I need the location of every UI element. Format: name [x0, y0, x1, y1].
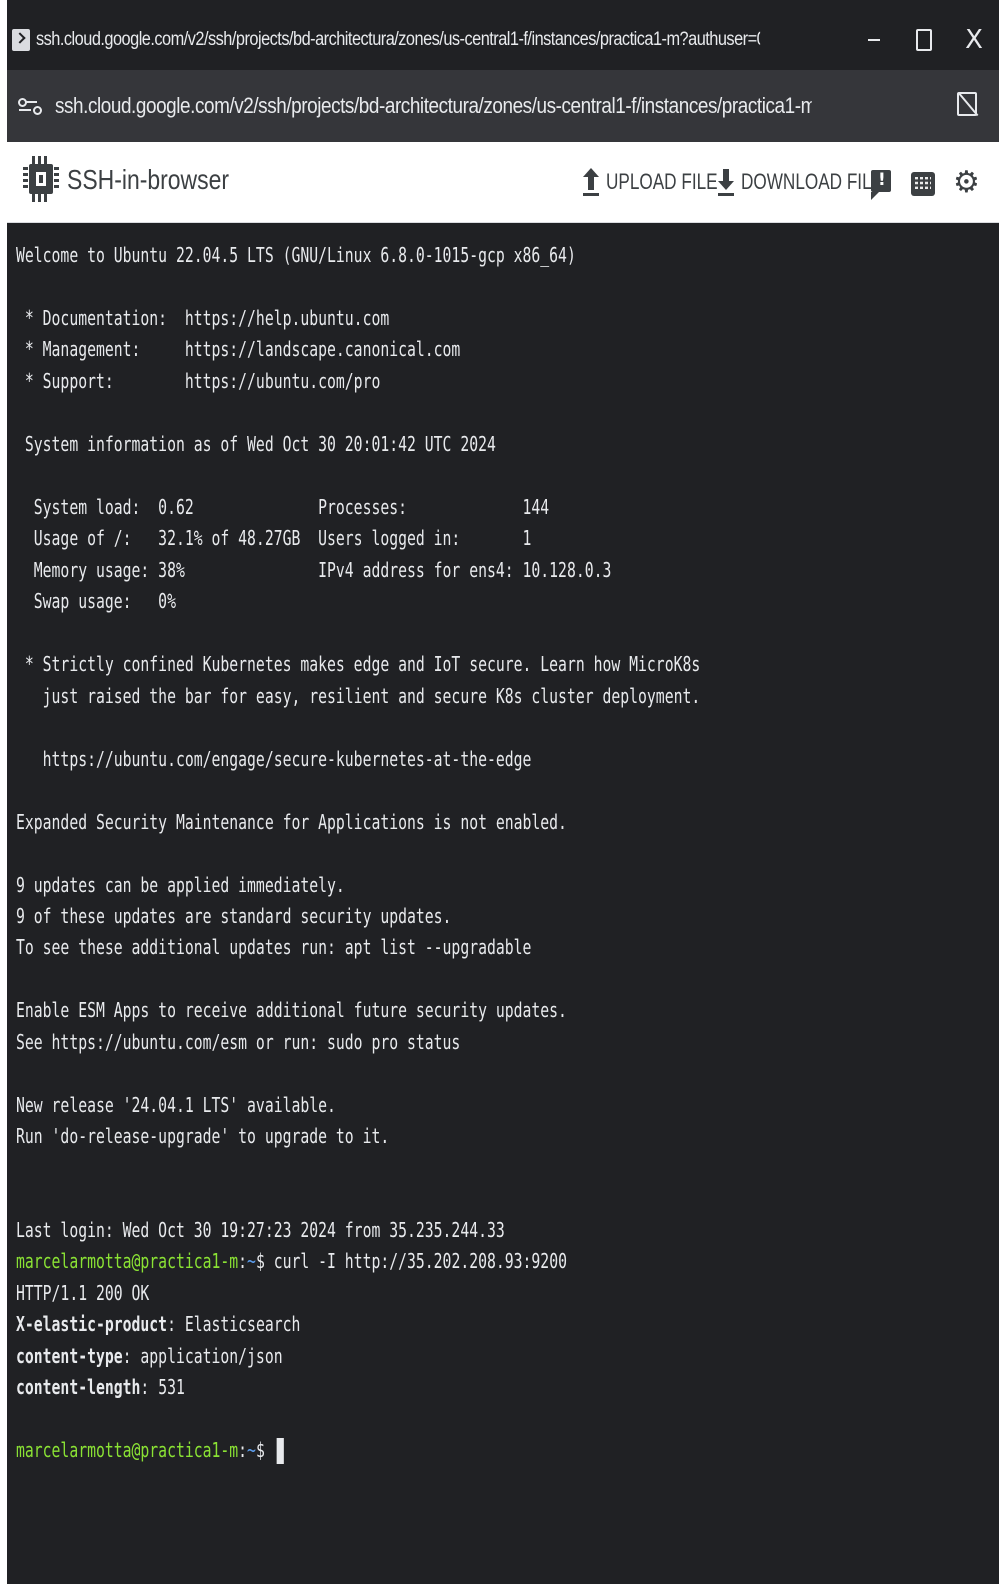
terminal-line: Swap usage: 0%	[16, 589, 176, 613]
ssh-toolbar: SSH-in-browser UPLOAD FILE DOWNLOAD FILE…	[7, 142, 999, 223]
terminal-line: To see these additional updates run: apt…	[16, 935, 532, 959]
header-value: application/json	[140, 1344, 283, 1368]
prompt-path: ~	[247, 1249, 256, 1273]
window-title: ssh.cloud.google.com/v2/ssh/projects/bd-…	[36, 29, 760, 50]
terminal-line: * Strictly confined Kubernetes makes edg…	[16, 652, 701, 676]
terminal-line: * Documentation: https://help.ubuntu.com	[16, 306, 390, 330]
header-name: content-type	[16, 1344, 123, 1368]
terminal-line: 9 of these updates are standard security…	[16, 904, 452, 928]
active-prompt-line[interactable]: marcelarmotta@practica1-m:~$	[16, 1435, 284, 1466]
terminal-line: Last login: Wed Oct 30 19:27:23 2024 fro…	[16, 1218, 505, 1242]
prompt-symbol: $	[255, 1249, 274, 1273]
feedback-icon[interactable]	[871, 170, 891, 200]
terminal-line: 9 updates can be applied immediately.	[16, 873, 345, 897]
terminal-line: Enable ESM Apps to receive additional fu…	[16, 998, 567, 1022]
download-file-button[interactable]: DOWNLOAD FILE	[717, 166, 923, 198]
upload-file-label: UPLOAD FILE	[606, 169, 718, 194]
minimize-icon	[868, 39, 880, 41]
header-value: Elasticsearch	[184, 1312, 301, 1336]
header-name: X-elastic-product	[16, 1312, 168, 1336]
header-sep: :	[140, 1375, 159, 1399]
terminal-line: HTTP/1.1 200 OK	[16, 1281, 150, 1305]
download-file-label: DOWNLOAD FILE	[741, 169, 884, 194]
terminal-line: Memory usage: 38% IPv4 address for ens4:…	[16, 558, 612, 582]
url-field[interactable]: ssh.cloud.google.com/v2/ssh/projects/bd-…	[55, 93, 812, 119]
terminal-line: System information as of Wed Oct 30 20:0…	[16, 432, 496, 456]
address-bar: ssh.cloud.google.com/v2/ssh/projects/bd-…	[7, 70, 999, 142]
close-icon: X	[965, 25, 983, 55]
upload-icon	[582, 168, 600, 196]
terminal-line: * Support: https://ubuntu.com/pro	[16, 369, 381, 393]
window-edge	[0, 0, 7, 1584]
text-cursor	[276, 1438, 284, 1464]
terminal-line: * Management: https://landscape.canonica…	[16, 337, 461, 361]
site-info-icon[interactable]	[17, 94, 42, 118]
terminal-line: See https://ubuntu.com/esm or run: sudo …	[16, 1030, 461, 1054]
header-sep: :	[122, 1344, 141, 1368]
browser-window: ssh.cloud.google.com/v2/ssh/projects/bd-…	[0, 0, 999, 1584]
terminal-line: Usage of /: 32.1% of 48.27GB Users logge…	[16, 526, 532, 550]
header-line: content-length: 531	[16, 1372, 185, 1403]
terminal-line: just raised the bar for easy, resilient …	[16, 684, 701, 708]
header-value: 531	[158, 1375, 185, 1399]
gear-icon[interactable]: ⚙	[953, 168, 980, 198]
maximize-button[interactable]	[899, 10, 949, 70]
terminal-line: New release '24.04.1 LTS' available.	[16, 1093, 336, 1117]
close-button[interactable]: X	[949, 10, 999, 70]
chip-icon	[23, 152, 59, 208]
prompt-separator: :	[238, 1438, 248, 1462]
header-line: X-elastic-product: Elasticsearch	[16, 1309, 300, 1340]
keyboard-icon[interactable]	[911, 172, 935, 196]
prompt-user-host: marcelarmotta@practica1-m	[16, 1249, 239, 1273]
terminal[interactable]: Welcome to Ubuntu 22.04.5 LTS (GNU/Linux…	[7, 223, 999, 1584]
command-text: curl -I http://35.202.208.93:9200	[273, 1249, 567, 1273]
prompt-path: ~	[247, 1438, 256, 1462]
terminal-app-icon	[12, 29, 30, 51]
prompt-separator: :	[238, 1249, 248, 1273]
title-bar: ssh.cloud.google.com/v2/ssh/projects/bd-…	[7, 10, 999, 70]
cast-off-icon[interactable]	[957, 92, 977, 116]
header-name: content-length	[16, 1375, 141, 1399]
download-icon	[717, 168, 735, 196]
prompt-user-host: marcelarmotta@practica1-m	[16, 1438, 239, 1462]
terminal-line: Welcome to Ubuntu 22.04.5 LTS (GNU/Linux…	[16, 243, 576, 267]
minimize-button[interactable]	[849, 10, 899, 70]
terminal-line: Expanded Security Maintenance for Applic…	[16, 810, 567, 834]
terminal-line: System load: 0.62 Processes: 144	[16, 495, 550, 519]
terminal-line: https://ubuntu.com/engage/secure-kuberne…	[16, 747, 532, 771]
prompt-symbol: $	[255, 1438, 274, 1462]
maximize-icon	[916, 29, 932, 51]
header-sep: :	[167, 1312, 185, 1336]
app-name: SSH-in-browser	[67, 164, 230, 195]
header-line: content-type: application/json	[16, 1341, 283, 1372]
window-controls: X	[849, 10, 999, 70]
command-line: marcelarmotta@practica1-m:~$ curl -I htt…	[16, 1246, 567, 1277]
terminal-line: Run 'do-release-upgrade' to upgrade to i…	[16, 1124, 390, 1148]
